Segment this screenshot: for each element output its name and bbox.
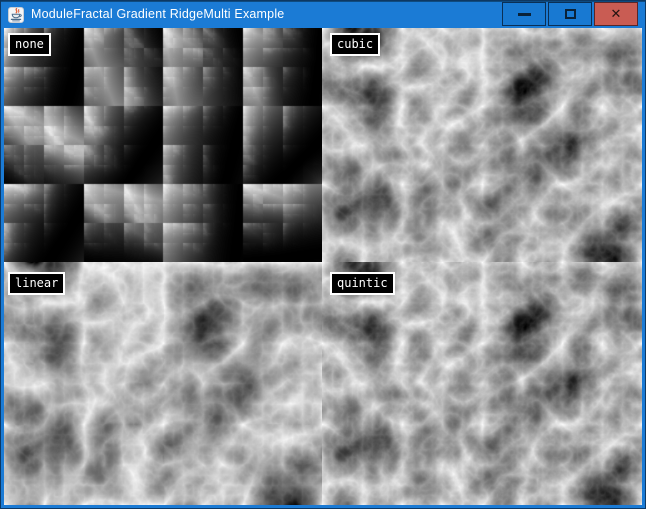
noise-canvas-quintic xyxy=(322,262,642,505)
window-controls: ✕ xyxy=(502,2,638,26)
java-coffee-cup-icon xyxy=(8,7,24,23)
quadrant-none: none xyxy=(4,28,322,262)
noise-canvas-linear xyxy=(4,262,322,505)
noise-canvas-none xyxy=(4,28,322,262)
maximize-button[interactable] xyxy=(548,2,592,26)
minimize-icon xyxy=(518,13,531,16)
interp-label-none: none xyxy=(8,33,51,56)
titlebar[interactable]: ModuleFractal Gradient RidgeMulti Exampl… xyxy=(1,1,645,28)
interp-label-linear: linear xyxy=(8,272,65,295)
close-button[interactable]: ✕ xyxy=(594,2,638,26)
window-title: ModuleFractal Gradient RidgeMulti Exampl… xyxy=(31,1,284,28)
quadrant-linear: linear xyxy=(4,262,322,505)
noise-render-area: none cubic linear quintic xyxy=(4,28,642,505)
app-window: ModuleFractal Gradient RidgeMulti Exampl… xyxy=(0,0,646,509)
minimize-button[interactable] xyxy=(502,2,546,26)
noise-canvas-cubic xyxy=(322,28,642,262)
maximize-icon xyxy=(565,9,576,19)
interp-label-quintic: quintic xyxy=(330,272,395,295)
quadrant-quintic: quintic xyxy=(322,262,642,505)
interp-label-cubic: cubic xyxy=(330,33,380,56)
close-icon: ✕ xyxy=(611,8,622,21)
quadrant-cubic: cubic xyxy=(322,28,642,262)
